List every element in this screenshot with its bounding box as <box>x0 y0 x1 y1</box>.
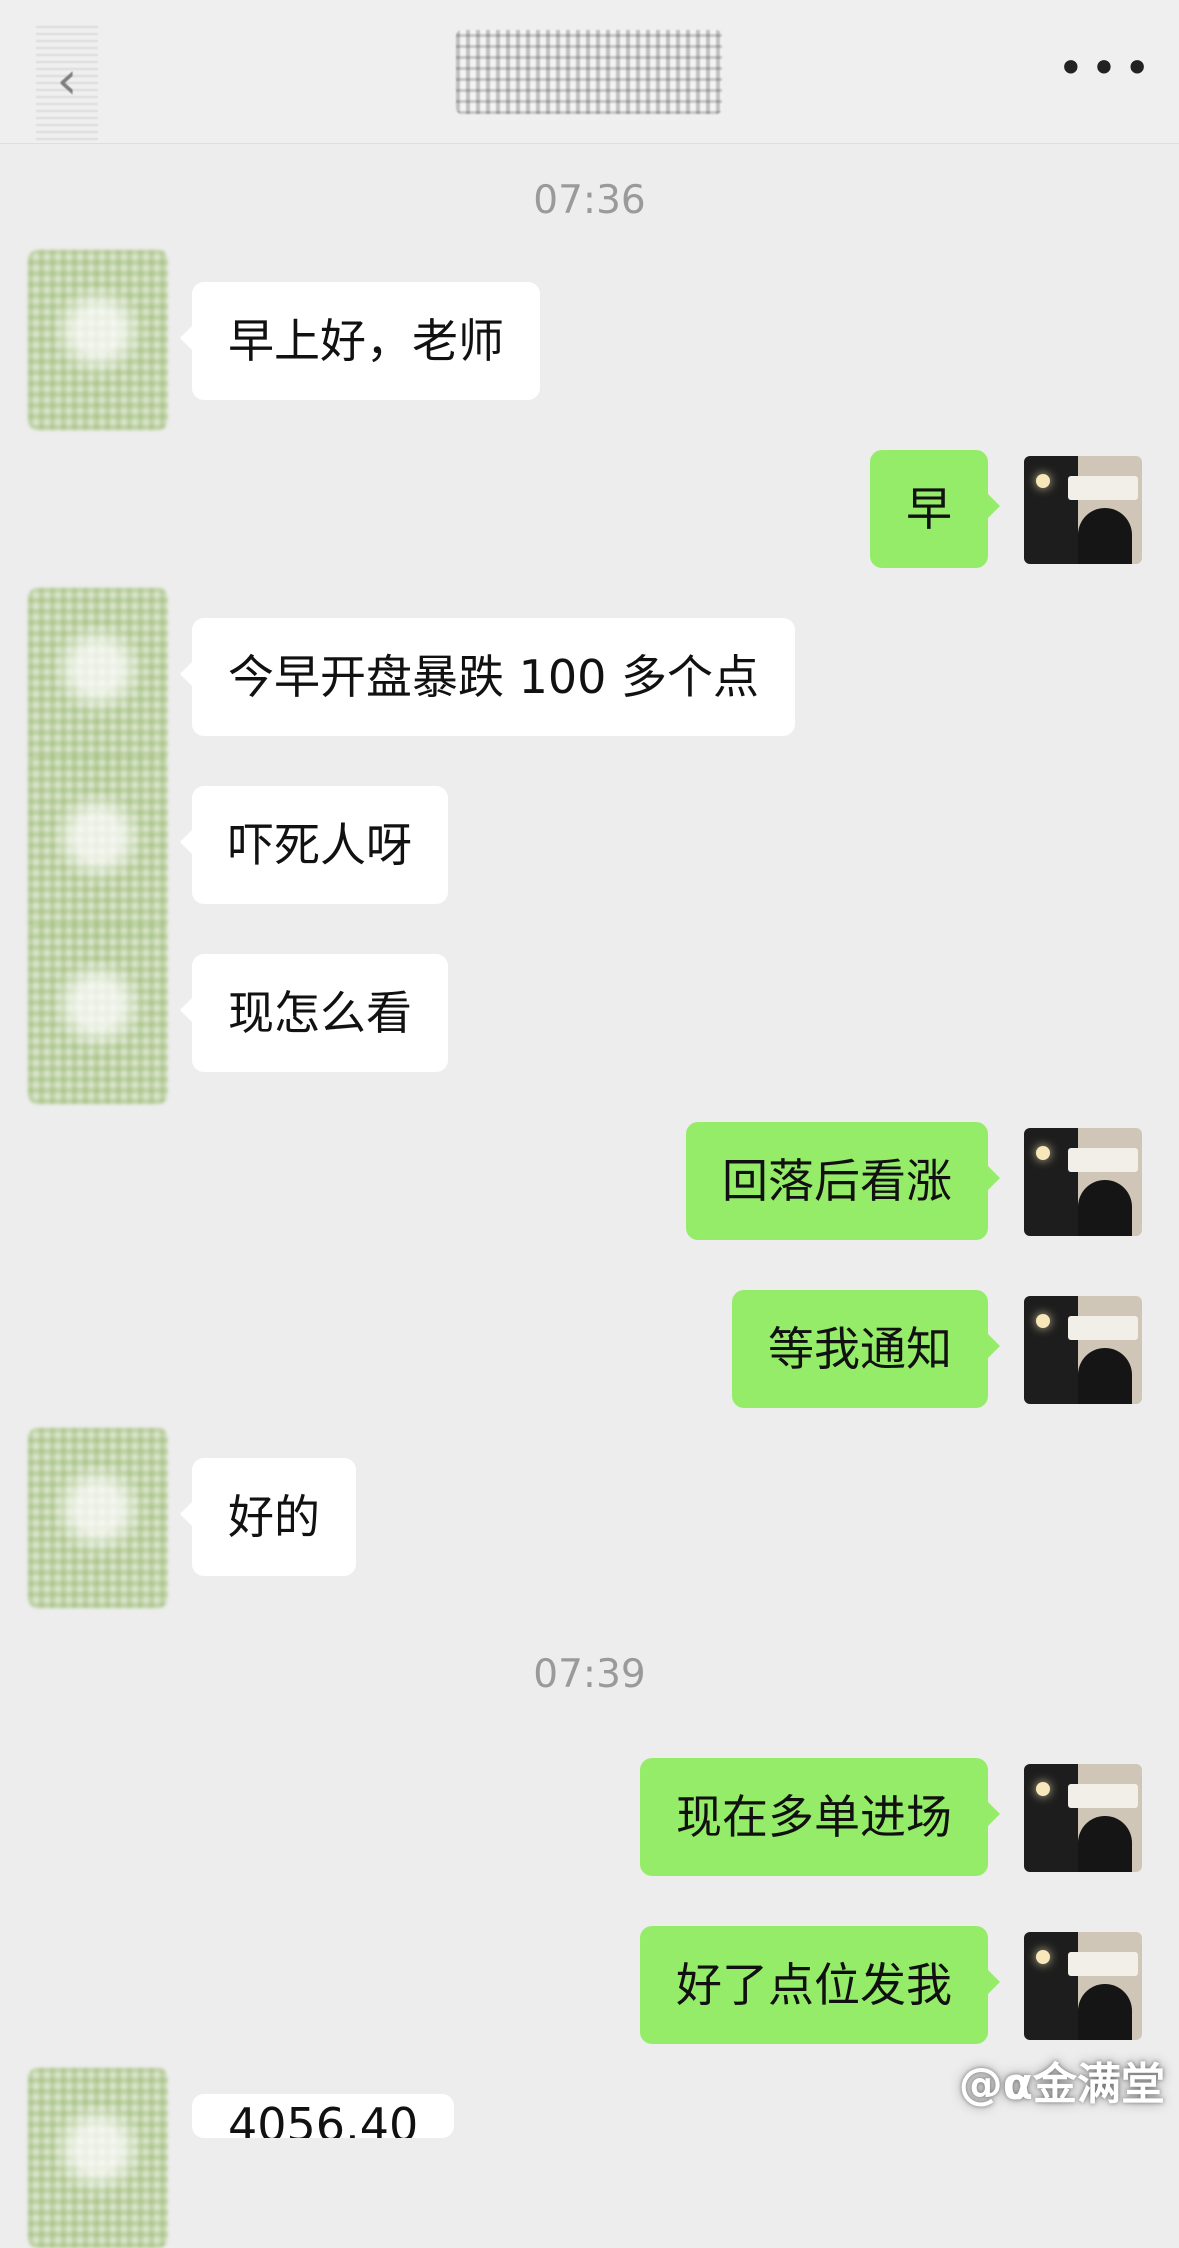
avatar-contact[interactable] <box>28 2068 168 2248</box>
lamp-icon <box>1036 1146 1050 1160</box>
message-incoming-2[interactable]: 今早开盘暴跌 100 多个点 <box>179 618 796 736</box>
more-button[interactable]: ••• <box>1057 41 1150 95</box>
avatar-contact[interactable] <box>28 588 168 768</box>
message-incoming-4[interactable]: 现怎么看 <box>180 954 448 1072</box>
message-incoming-3[interactable]: 吓死人呀 <box>180 786 448 904</box>
message-outgoing-5[interactable]: 好了点位发我 <box>640 1926 1000 2044</box>
avatar-contact[interactable] <box>28 250 168 430</box>
message-outgoing-1[interactable]: 早 <box>870 450 1000 568</box>
avatar-contact[interactable] <box>28 924 168 1104</box>
watermark: @α金满堂 <box>958 2059 1165 2110</box>
lamp-icon <box>1036 1314 1050 1328</box>
avatar-self[interactable] <box>1024 456 1142 564</box>
lamp-icon <box>1036 1950 1050 1964</box>
lamp-icon <box>1036 474 1050 488</box>
message-outgoing-4[interactable]: 现在多单进场 <box>640 1758 1000 1876</box>
avatar-self[interactable] <box>1024 1128 1142 1236</box>
message-outgoing-3[interactable]: 等我通知 <box>732 1290 1000 1408</box>
back-button[interactable]: ‹ <box>36 22 98 140</box>
timestamp-2: 07:39 <box>533 1652 646 1697</box>
timestamp-1: 07:36 <box>533 178 646 223</box>
lamp-icon <box>1036 1782 1050 1796</box>
message-incoming-1[interactable]: 早上好，老师 <box>180 282 540 400</box>
avatar-self[interactable] <box>1024 1932 1142 2040</box>
avatar-contact[interactable] <box>28 1428 168 1608</box>
message-outgoing-2[interactable]: 回落后看涨 <box>686 1122 1000 1240</box>
message-incoming-5[interactable]: 好的 <box>180 1458 356 1576</box>
avatar-self[interactable] <box>1024 1764 1142 1872</box>
more-horizontal-icon: ••• <box>1057 41 1157 95</box>
avatar-self[interactable] <box>1024 1296 1142 1404</box>
chat-title-blurred <box>456 30 722 114</box>
message-incoming-6[interactable]: 4056.40 <box>192 2094 455 2138</box>
chevron-left-icon: ‹ <box>56 51 78 111</box>
avatar-contact[interactable] <box>28 756 168 936</box>
chat-header: ‹ ••• <box>0 0 1179 144</box>
